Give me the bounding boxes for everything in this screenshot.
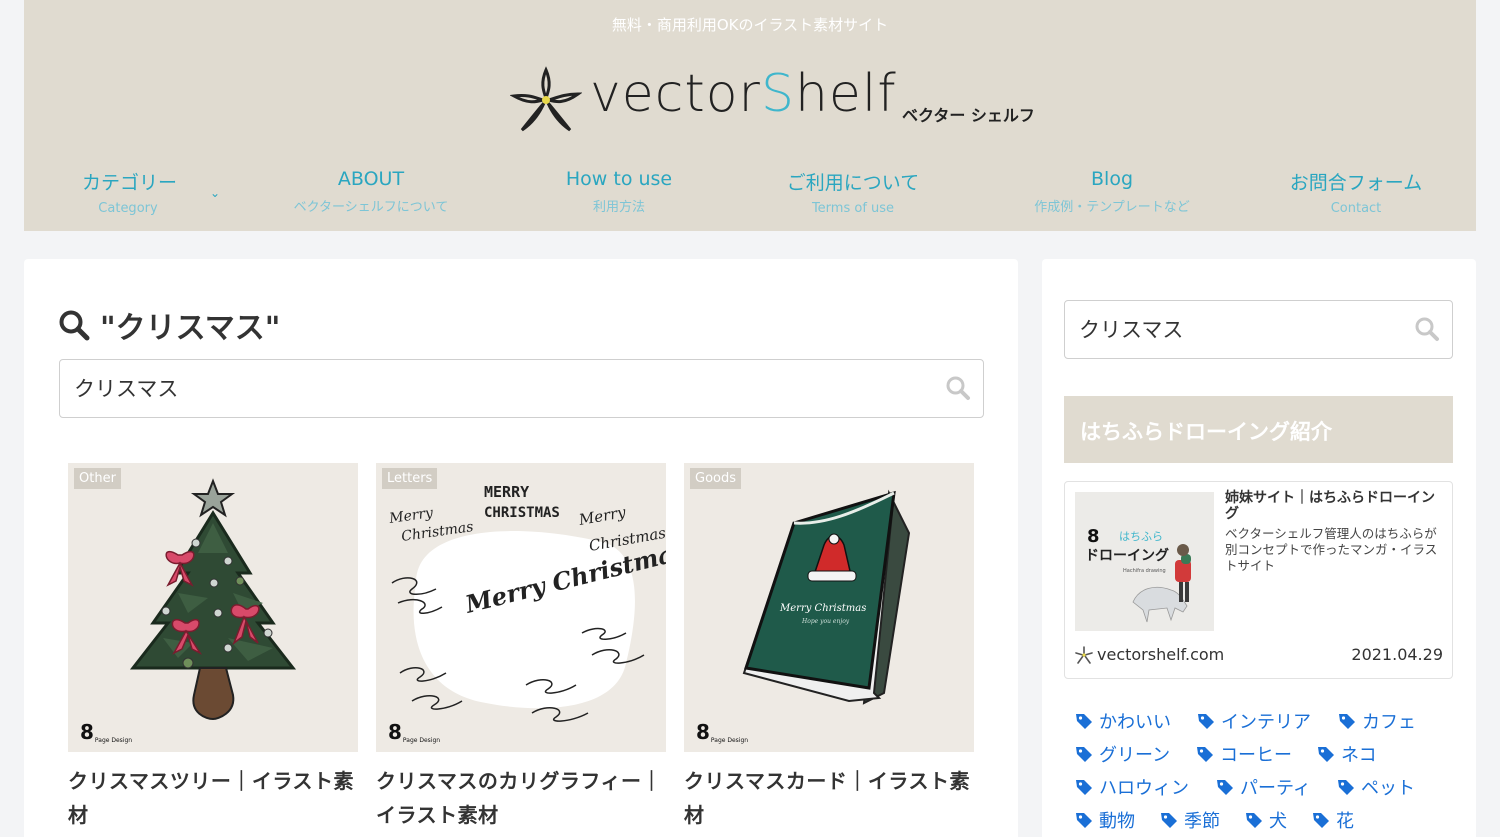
- site-header: 無料・商用利用OKのイラスト素材サイト vectorShelf ベクター シェル…: [24, 0, 1476, 231]
- tag-icon: [1313, 813, 1329, 828]
- sidebar-search-box: [1064, 300, 1453, 359]
- tag-link[interactable]: 季節: [1159, 807, 1220, 833]
- tag-link[interactable]: グリーン: [1074, 741, 1170, 767]
- logo-wordmark: vectorShelf: [590, 64, 897, 124]
- card-thumbnail[interactable]: Merry Christmas Hope you enjoy Goods 8Pa…: [684, 463, 974, 752]
- nav-item-terms[interactable]: ご利用について Terms of use: [780, 168, 926, 216]
- tag-link[interactable]: ネコ: [1316, 741, 1377, 767]
- search-submit-icon[interactable]: [945, 375, 971, 401]
- blogcard-title[interactable]: 姉妹サイト｜はちふらドローイング: [1225, 490, 1443, 522]
- tag-icon: [1339, 714, 1355, 729]
- card-greeting: Merry Christmas: [779, 603, 866, 614]
- category-badge[interactable]: Letters: [382, 468, 438, 489]
- search-submit-icon[interactable]: [1414, 316, 1440, 342]
- widget-title: はちふらドローイング紹介: [1064, 396, 1453, 463]
- tag-link[interactable]: パーティ: [1215, 774, 1311, 800]
- site-favicon-icon: [1075, 645, 1093, 664]
- tag-link[interactable]: ハロウィン: [1074, 774, 1189, 800]
- card-title[interactable]: クリスマスツリー｜イラスト素材: [68, 764, 358, 832]
- calligraphy-line-3: Merry: [387, 505, 435, 527]
- christmas-tree-illustration: [129, 478, 297, 721]
- brand-mark: 8Page Design: [388, 720, 441, 744]
- tag-icon: [1161, 813, 1177, 828]
- thumb-kana: はちふら: [1119, 530, 1163, 543]
- tag-icon: [1197, 747, 1213, 762]
- tag-link[interactable]: カフェ: [1337, 708, 1416, 734]
- brand-mark: 8Page Design: [696, 720, 749, 744]
- thumb-sub: Hachifra drawing: [1123, 568, 1166, 574]
- site-tagline: 無料・商用利用OKのイラスト素材サイト: [611, 16, 889, 34]
- sidebar-search-input[interactable]: [1065, 301, 1395, 357]
- nav-item-contact[interactable]: お問合フォーム Contact: [1286, 168, 1426, 216]
- tag-icon: [1318, 747, 1334, 762]
- tag-link[interactable]: インテリア: [1196, 708, 1311, 734]
- tag-link[interactable]: かわいい: [1074, 708, 1171, 734]
- card-subtext: Hope you enjoy: [801, 618, 850, 625]
- sister-site-blogcard[interactable]: 8 はちふら ドローイング Hachifra drawing 姉妹サイト｜はちふ…: [1064, 481, 1453, 679]
- category-badge[interactable]: Goods: [690, 468, 742, 489]
- tag-link[interactable]: 動物: [1074, 807, 1135, 833]
- calligraphy-line-5: Merry: [577, 503, 628, 529]
- blogcard-footer: vectorshelf.com 2021.04.29: [1075, 645, 1443, 664]
- tag-icon: [1076, 747, 1092, 762]
- brand-mark: 8Page Design: [80, 720, 133, 744]
- chevron-down-icon[interactable]: ⌄: [210, 186, 220, 200]
- card-thumbnail[interactable]: MERRY CHRISTMAS Merry Christmas Merry Ch…: [376, 463, 666, 752]
- result-card-xmas-card[interactable]: Merry Christmas Hope you enjoy Goods 8Pa…: [684, 463, 974, 832]
- tag-link[interactable]: ペット: [1336, 774, 1415, 800]
- tag-icon: [1246, 813, 1262, 828]
- global-nav: カテゴリー Category ⌄ ABOUT ベクターシェルフについて How …: [24, 168, 1476, 224]
- blogcard-description: ベクターシェルフ管理人のはちふらが別コンセプトで作ったマンガ・イラストサイト: [1225, 526, 1438, 573]
- main-search-input[interactable]: [60, 360, 920, 416]
- calligraphy-line-1: MERRY: [484, 483, 529, 501]
- category-badge[interactable]: Other: [74, 468, 121, 489]
- calligraphy-illustration: MERRY CHRISTMAS Merry Christmas Merry Ch…: [387, 483, 666, 722]
- card-thumbnail[interactable]: Other 8Page Design: [68, 463, 358, 752]
- tag-icon: [1076, 780, 1092, 795]
- blogcard-date: 2021.04.29: [1351, 645, 1443, 664]
- nav-item-how-to-use[interactable]: How to use 利用方法: [554, 168, 684, 215]
- result-card-calligraphy[interactable]: MERRY CHRISTMAS Merry Christmas Merry Ch…: [376, 463, 666, 832]
- tag-icon: [1076, 714, 1092, 729]
- blogcard-thumbnail[interactable]: 8 はちふら ドローイング Hachifra drawing: [1075, 492, 1214, 631]
- tag-icon: [1198, 714, 1214, 729]
- main-search-box: [59, 359, 984, 418]
- thumb-title: ドローイング: [1085, 547, 1169, 564]
- nav-item-blog[interactable]: Blog 作成例・テンプレートなど: [1020, 168, 1204, 215]
- tag-link[interactable]: コーヒー: [1195, 741, 1292, 767]
- tag-link[interactable]: 犬: [1244, 807, 1287, 833]
- result-card-tree[interactable]: Other 8Page Design クリスマスツリー｜イラスト素材: [68, 463, 358, 832]
- card-title[interactable]: クリスマスのカリグラフィー｜イラスト素材: [376, 764, 666, 832]
- sidebar: はちふらドローイング紹介 8 はちふら ドローイング Hachifra draw…: [1042, 259, 1476, 837]
- search-results-heading: "クリスマス": [58, 303, 280, 347]
- nav-item-about[interactable]: ABOUT ベクターシェルフについて: [282, 168, 460, 215]
- tag-link[interactable]: 花: [1311, 807, 1354, 833]
- logo-subtitle: ベクター シェルフ: [902, 106, 1035, 125]
- nav-item-category[interactable]: カテゴリー Category: [82, 168, 177, 216]
- blogcard-site: vectorshelf.com: [1075, 645, 1224, 664]
- site-logo[interactable]: vectorShelf ベクター シェルフ: [510, 60, 1050, 140]
- card-title[interactable]: クリスマスカード｜イラスト素材: [684, 764, 974, 832]
- christmas-card-illustration: Merry Christmas Hope you enjoy: [742, 489, 911, 705]
- logo-star-icon: [510, 66, 582, 132]
- calligraphy-line-2: CHRISTMAS: [484, 505, 560, 521]
- main-content: "クリスマス" クリスマス Other 8Page Design クリスマスツリ…: [24, 259, 1018, 837]
- search-icon: [59, 310, 90, 341]
- svg-text:8: 8: [1087, 526, 1100, 547]
- hachifra-thumbnail-illustration: 8 はちふら ドローイング Hachifra drawing: [1085, 526, 1191, 623]
- tag-icon: [1338, 780, 1354, 795]
- tag-icon: [1217, 780, 1233, 795]
- tag-icon: [1076, 813, 1092, 828]
